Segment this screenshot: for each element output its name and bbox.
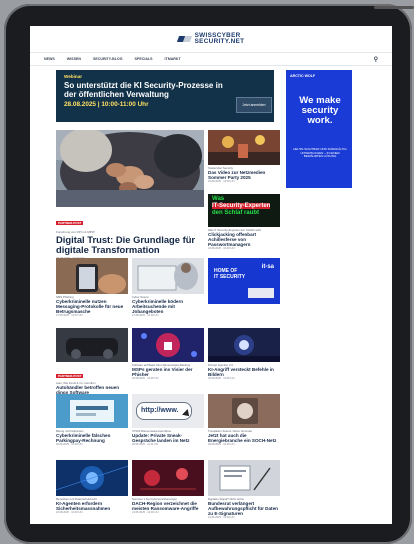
grid-card-2-date: 27.08.2025 · 10:00 Uhr: [132, 314, 159, 318]
promo-it-line3: den Schlaf raubt: [212, 210, 260, 216]
party-video-thumb[interactable]: [208, 130, 280, 165]
grid-card-11[interactable]: Digitales Signal? Nicht sicher Bundesrat…: [208, 497, 280, 520]
grid-card-9-date: 22.08.2025 · 10:00 Uhr: [56, 511, 83, 515]
grid-card-3-tag: PARTNER-POST: [56, 374, 84, 378]
promo-it-line1: Was: [212, 196, 225, 202]
grid-card-5-title[interactable]: KI-Angriff versteckt Befehle in Bildern: [208, 367, 280, 377]
banner-kicker: Webinar: [64, 74, 83, 79]
browser-screen: SWISSCYBER SECURITY.NET NEWS WISSEN SECU…: [30, 26, 392, 524]
nav-itmarkt[interactable]: ITMARKT: [165, 57, 181, 61]
tablet-frame: SWISSCYBER SECURITY.NET NEWS WISSEN SECU…: [4, 4, 414, 544]
grid-card-2[interactable]: Cyber Scams Cyberkriminelle ködern Arbei…: [132, 295, 204, 318]
nav-wissen[interactable]: WISSEN: [67, 57, 81, 61]
side-card-2-date: 24.08.2025 · 10:00 Uhr: [208, 247, 235, 251]
grid-card-8-date: 26.08.2025 · 10:00 Uhr: [208, 443, 235, 447]
grid-thumb-6[interactable]: [56, 394, 128, 428]
grid-thumb-5[interactable]: [208, 328, 280, 362]
ad-subtext: HEUTE SICHTBAR UND SORGFÄLTIG UNTERSUCHE…: [293, 147, 347, 159]
webinar-banner[interactable]: Webinar So unterstützt die KI Security-P…: [56, 70, 274, 122]
side-card-1-title[interactable]: Das Video zur Netzmedien Sommer Party 20…: [208, 170, 280, 180]
power-button: [374, 6, 414, 9]
grid-card-8[interactable]: Translation Scams: Nutze Vermutet Jetzt …: [208, 429, 280, 447]
logo-line2: SECURITY.NET: [194, 38, 245, 45]
main-nav: NEWS WISSEN SECURITY-BLOG SPECIALS ITMAR…: [30, 53, 392, 66]
promo-home-brand: it-sa: [261, 264, 274, 270]
arctic-wolf-ad[interactable]: ARCTIC WOLF We make security work. HEUTE…: [286, 70, 352, 188]
promo-home-line2: IT SECURITY: [214, 274, 246, 280]
grid-card-11-date: 21.08.2025 · 10:00 Uhr: [208, 516, 235, 520]
hero-image[interactable]: [56, 130, 204, 207]
grid-card-2-title[interactable]: Cyberkriminelle ködern Arbeitsuchende mi…: [132, 299, 204, 314]
hero-title[interactable]: Digital Trust: Die Grundlage für digital…: [56, 235, 204, 255]
grid-card-5-date: 26.08.2025 · 10:00 Uhr: [208, 377, 235, 381]
http-address-bar: http://www.: [136, 402, 192, 420]
side-card-2[interactable]: Was IT-Security-Experten den Schlaf raub…: [208, 228, 280, 251]
grid-card-11-title[interactable]: Bundesrat verlängert Aufbewahrungspflich…: [208, 501, 280, 516]
nav-news[interactable]: NEWS: [44, 57, 55, 61]
grid-card-4[interactable]: Software auf Basis Ihrer Ransomware-Bank…: [132, 363, 204, 381]
grid-thumb-2[interactable]: [132, 258, 204, 294]
ad-headline: We make security work.: [299, 95, 341, 126]
grid-thumb-3[interactable]: [56, 328, 128, 362]
grid-card-5[interactable]: Prompt Injection 2.0 KI-Angriff versteck…: [208, 363, 280, 381]
grid-card-1[interactable]: SMS Phishing Cyberkriminelle nutzen Mess…: [56, 295, 128, 318]
nav-security-blog[interactable]: SECURITY-BLOG: [93, 57, 123, 61]
grid-card-1-date: 27.08.2025 · 14:07 Uhr: [56, 314, 83, 318]
grid-card-7-date: 26.08.2025 · 11:11 Uhr: [132, 443, 159, 447]
it-security-promo[interactable]: Was IT-Security-Experten den Schlaf raub…: [208, 194, 280, 227]
search-icon[interactable]: ⚲: [374, 56, 378, 63]
grid-card-8-title[interactable]: Jetzt hat auch die Energiebranche ein SO…: [208, 433, 280, 443]
nav-specials[interactable]: SPECIALS: [135, 57, 153, 61]
grid-thumb-11[interactable]: [208, 460, 280, 496]
grid-thumb-7[interactable]: http://www.: [132, 394, 204, 428]
grid-card-4-title[interactable]: MSPs geraten ins Visier der Phisher: [132, 367, 204, 377]
banner-datetime: 28.08.2025 | 10:00-11:00 Uhr: [64, 101, 149, 108]
grid-card-9-title[interactable]: KI-Agenten erfordern Sicherheitsmassnahm…: [56, 501, 128, 511]
side-card-1[interactable]: Swisscyber Security Das Video zur Netzme…: [208, 166, 280, 184]
banner-title: So unterstützt die KI Security-Prozesse …: [64, 81, 223, 99]
grid-card-1-title[interactable]: Cyberkriminelle nutzen Messaging-Protoko…: [56, 299, 128, 314]
grid-thumb-10[interactable]: [132, 460, 204, 496]
grid-card-4-date: 26.08.2025 · 14:00 Uhr: [132, 377, 159, 381]
grid-card-10[interactable]: Nummer 1 bei Cyberversicherungen DACH-Re…: [132, 497, 204, 515]
grid-thumb-4[interactable]: [132, 328, 204, 362]
grid-thumb-9[interactable]: [56, 460, 128, 496]
grid-card-9[interactable]: Menschen und Datenschutzrecht KI-Agenten…: [56, 497, 128, 515]
logo-text: SWISSCYBER SECURITY.NET: [194, 32, 245, 45]
grid-card-7-title[interactable]: Update: Private Sneak-Gespräche landen i…: [132, 433, 204, 443]
logo-mark-icon: [178, 34, 192, 44]
home-it-security-promo[interactable]: HOME OF IT SECURITY it-sa: [208, 258, 280, 304]
grid-card-10-title[interactable]: DACH-Region verzeichnet die meisten Rans…: [132, 501, 204, 511]
grid-card-7[interactable]: 47'000 Ransomware-betroffene Update: Pri…: [132, 429, 204, 447]
ad-brand: ARCTIC WOLF: [290, 74, 316, 78]
site-header: SWISSCYBER SECURITY.NET: [30, 26, 392, 53]
side-card-1-date: 26.08.2025 · 10:00 Uhr: [208, 180, 235, 184]
site-logo[interactable]: SWISSCYBER SECURITY.NET: [178, 32, 245, 45]
grid-card-10-date: 21.08.2025 · 12:00 Uhr: [132, 511, 159, 515]
grid-card-6-date: 26.08.2025 · 14:00 Uhr: [56, 443, 83, 447]
grid-card-6-title[interactable]: Cyberkriminelle fälschen Parkingpay-Rech…: [56, 433, 128, 443]
promo-it-line2: IT-Security-Experten: [212, 203, 271, 209]
grid-card-6[interactable]: Betrug mit Parkzetteln Cyberkriminelle f…: [56, 429, 128, 447]
grid-thumb-8[interactable]: [208, 394, 280, 428]
banner-register-button[interactable]: Jetzt anmelden: [236, 97, 272, 113]
hero-text: PARTNER-POST Forschung von DPI mit MPW D…: [56, 211, 204, 260]
side-card-2-title[interactable]: Clickjacking offenbart Achillesferse von…: [208, 232, 280, 247]
hero-tag: PARTNER-POST: [56, 221, 84, 225]
grid-thumb-1[interactable]: [56, 258, 128, 294]
